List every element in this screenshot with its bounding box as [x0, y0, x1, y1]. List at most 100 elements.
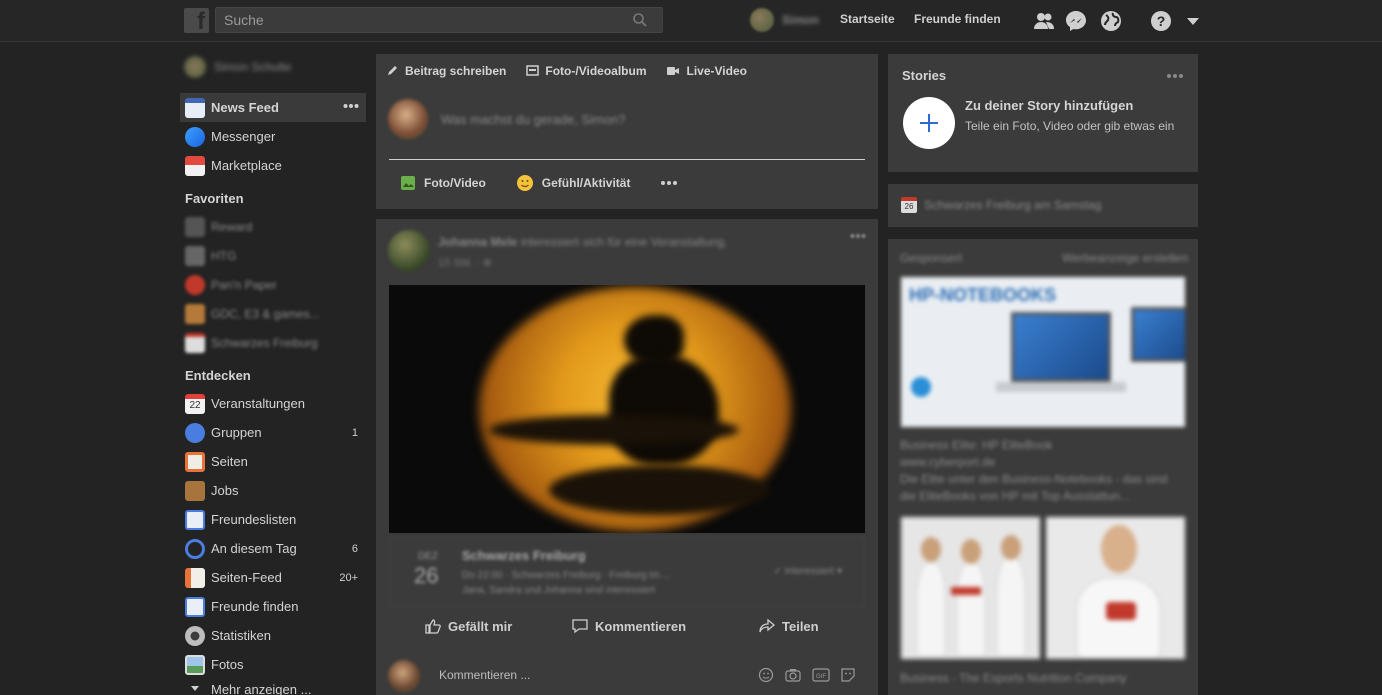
person-head [921, 537, 941, 562]
favorite-icon [185, 332, 205, 353]
sidebar-show-more[interactable]: Mehr anzeigen ... [180, 679, 366, 695]
sidebar-item-marketplace[interactable]: Marketplace [180, 151, 366, 180]
sidebar-profile[interactable]: Simon Schulte [180, 54, 366, 80]
comment-input[interactable]: Kommentieren ... [439, 668, 530, 682]
sidebar-item-news-feed[interactable]: News Feed [180, 93, 366, 122]
facebook-logo-icon[interactable]: f [184, 8, 209, 33]
event-details: Do 22:00 · Schwarzes Freiburg · Freiburg… [462, 570, 671, 596]
gif-icon[interactable]: GIF [812, 667, 830, 688]
sidebar-item-events[interactable]: 22 Veranstaltungen [180, 389, 366, 418]
favorite-item[interactable]: Schwarzes Freiburg [180, 328, 366, 357]
marketplace-icon [185, 155, 205, 176]
stories-options-icon[interactable] [1166, 73, 1184, 79]
top-bar: f Simon Startseite Freunde finden ? [0, 0, 1382, 42]
composer-input[interactable]: Was machst du gerade, Simon? [441, 112, 626, 127]
sidebar-item-statistics[interactable]: Statistiken [180, 621, 366, 650]
find-friends-link[interactable]: Freunde finden [914, 12, 1001, 26]
person-shape [996, 557, 1026, 657]
search-icon[interactable] [632, 12, 648, 28]
search-box[interactable] [215, 7, 663, 33]
post-image[interactable] [389, 285, 865, 533]
ad-image-esports-2[interactable] [1046, 517, 1185, 659]
laptop-base-shape [996, 382, 1126, 392]
friend-lists-icon [185, 509, 205, 530]
sidebar-item-groups[interactable]: Gruppen 1 [180, 418, 366, 447]
favorite-item[interactable]: Reward [180, 212, 366, 241]
create-ad-link[interactable]: Werbeanzeige erstellen [1062, 251, 1188, 265]
tab-photo-album[interactable]: Foto-/Videoalbum [526, 64, 646, 78]
add-story-subtitle: Teile ein Foto, Video oder gib etwas ein [965, 119, 1175, 133]
sidebar-item-find-friends[interactable]: Freunde finden [180, 592, 366, 621]
video-camera-icon [667, 66, 680, 75]
event-reminder[interactable]: 26 Schwarzes Freiburg am Samstag [888, 184, 1198, 227]
sidebar-item-label: Marketplace [211, 158, 282, 173]
post-options-icon[interactable] [850, 233, 866, 239]
home-link[interactable]: Startseite [840, 12, 895, 26]
ad-image-esports-1[interactable] [901, 517, 1040, 659]
photo-album-icon [526, 65, 540, 76]
ad-text-esports[interactable]: Business - The Esports Nutrition Company [900, 671, 1185, 685]
search-input[interactable] [216, 8, 616, 32]
favorite-item[interactable]: GDC, E3 & games... [180, 299, 366, 328]
event-month: DEZ [418, 551, 438, 562]
event-title[interactable]: Schwarzes Freiburg [462, 548, 586, 563]
more-options-icon[interactable] [660, 180, 678, 186]
camera-icon[interactable] [784, 667, 802, 688]
pages-feed-count-badge: 20+ [339, 571, 358, 584]
friend-requests-icon[interactable] [1032, 9, 1056, 33]
svg-text:GIF: GIF [816, 674, 826, 680]
ad-text-hp[interactable]: Business Elite: HP EliteBook www.cyberpo… [900, 437, 1185, 505]
help-icon[interactable]: ? [1149, 9, 1173, 33]
event-card[interactable]: DEZ 26 Schwarzes Freiburg Do 22:00 · Sch… [389, 537, 865, 607]
post-author-avatar[interactable] [388, 230, 430, 272]
photo-video-button[interactable]: Foto/Video [400, 175, 486, 191]
person-shape [956, 562, 986, 657]
sidebar-item-pages-feed[interactable]: Seiten-Feed 20+ [180, 563, 366, 592]
chevron-down-icon [191, 686, 199, 691]
account-menu-chevron-down-icon[interactable] [1181, 9, 1205, 33]
favorite-item[interactable]: HTG [180, 241, 366, 270]
on-this-day-count-badge: 6 [351, 542, 358, 555]
sticker-icon[interactable] [840, 667, 856, 688]
person-shape [916, 562, 946, 657]
post-author-name[interactable]: Johanna Mele [438, 235, 517, 249]
product-shape [1106, 602, 1136, 620]
sponsored-header: Gesponsert Werbeanzeige erstellen [900, 251, 1188, 265]
crow-body [609, 355, 719, 465]
photo-icon [401, 176, 415, 190]
sidebar-item-pages[interactable]: Seiten [180, 447, 366, 476]
favorite-item[interactable]: Pan'n Paper [180, 270, 366, 299]
event-interested-button[interactable]: ✓ Interessiert ▾ [774, 566, 842, 577]
sidebar-item-jobs[interactable]: Jobs [180, 476, 366, 505]
user-avatar[interactable] [750, 8, 774, 32]
post-action-text: interessiert sich für eine Veranstaltung… [520, 235, 728, 249]
share-button[interactable]: Teilen [758, 617, 819, 635]
messenger-icon[interactable] [1064, 9, 1088, 33]
post-composer: Beitrag schreiben Foto-/Videoalbum Live-… [376, 54, 878, 209]
sidebar-item-on-this-day[interactable]: An diesem Tag 6 [180, 534, 366, 563]
sidebar-item-messenger[interactable]: Messenger [180, 122, 366, 151]
add-story-title[interactable]: Zu deiner Story hinzufügen [965, 98, 1133, 113]
feeling-activity-button[interactable]: Gefühl/Aktivität [516, 174, 630, 192]
favorite-icon [185, 216, 205, 237]
post-timestamp[interactable]: 15 Std. · ⊕ [438, 256, 492, 269]
tab-write-post[interactable]: Beitrag schreiben [386, 64, 506, 78]
notifications-globe-icon[interactable] [1099, 9, 1123, 33]
favorites-title: Favoriten [185, 191, 244, 206]
svg-text:?: ? [1157, 13, 1166, 29]
add-story-plus-icon[interactable] [903, 97, 955, 149]
ad-image-hp[interactable]: HP-NOTEBOOKS [901, 277, 1185, 427]
sidebar-item-photos[interactable]: Fotos [180, 650, 366, 679]
branch-shape [549, 465, 769, 515]
feed-post: Johanna Mele interessiert sich für eine … [376, 219, 878, 695]
tab-live-video[interactable]: Live-Video [666, 64, 747, 78]
post-header: Johanna Mele interessiert sich für eine … [438, 235, 818, 249]
sidebar-item-friend-lists[interactable]: Freundeslisten [180, 505, 366, 534]
emoji-icon[interactable] [758, 667, 774, 688]
news-feed-icon [185, 97, 205, 118]
comment-icon [572, 619, 588, 634]
more-options-icon[interactable] [343, 103, 359, 109]
like-button[interactable]: Gefällt mir [424, 617, 512, 635]
comment-button[interactable]: Kommentieren [571, 617, 686, 635]
user-name-link[interactable]: Simon [782, 13, 819, 27]
